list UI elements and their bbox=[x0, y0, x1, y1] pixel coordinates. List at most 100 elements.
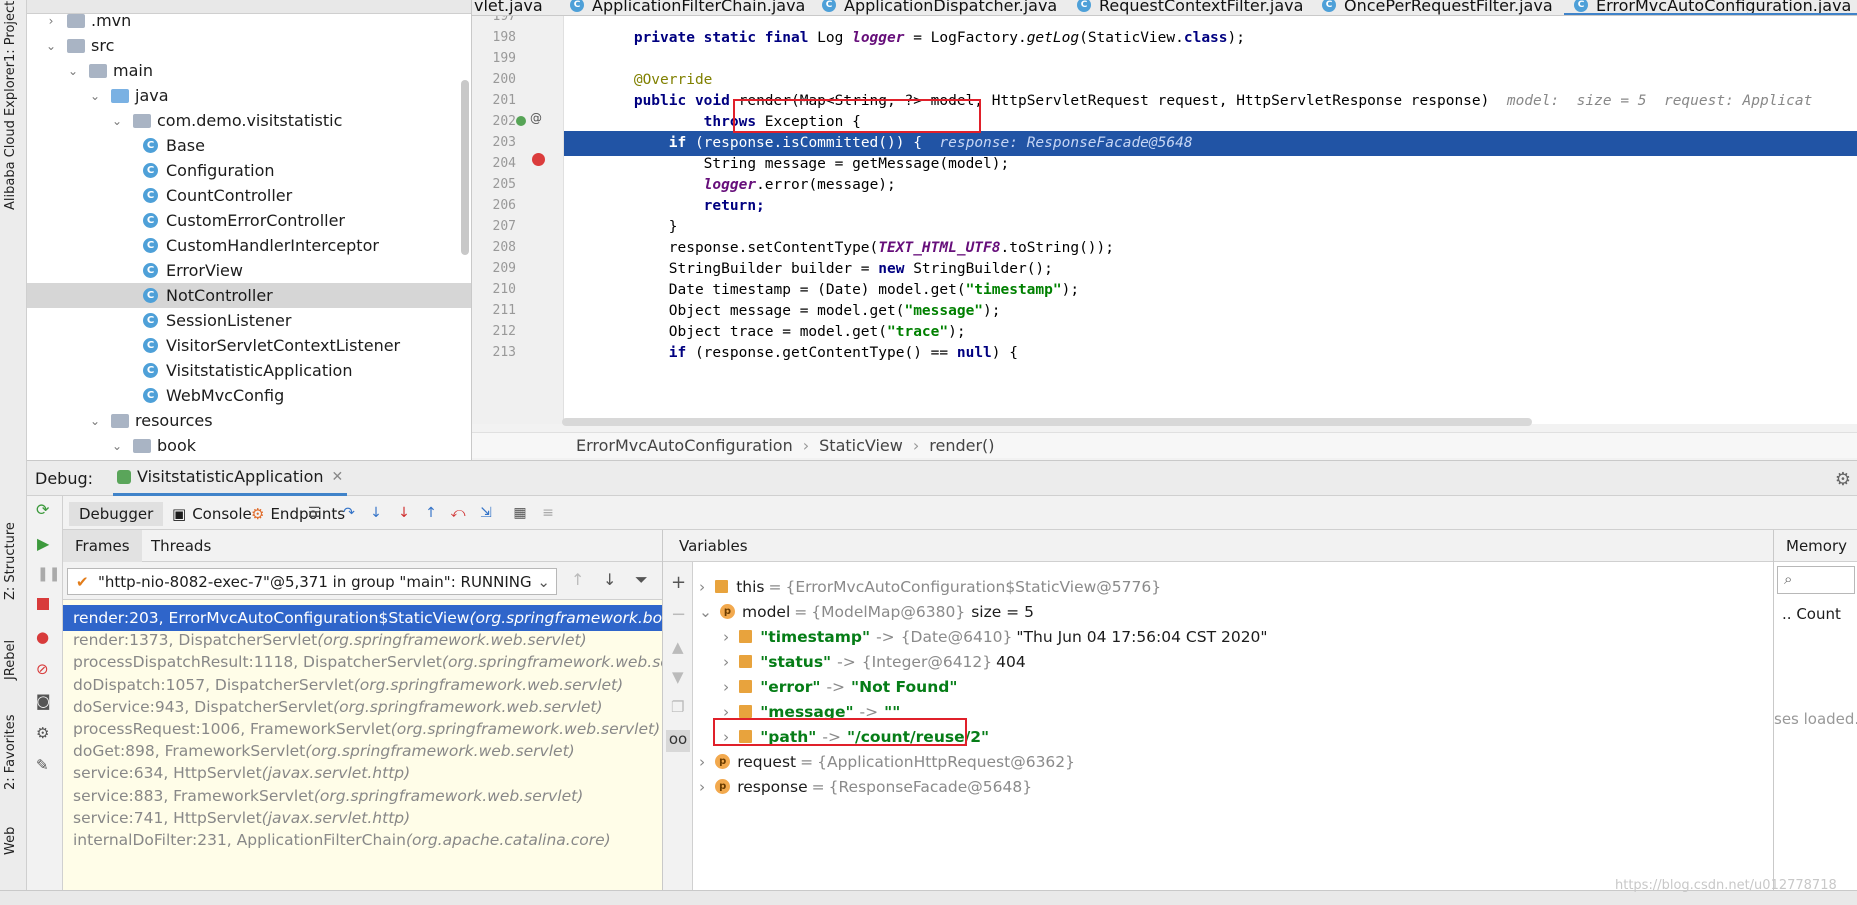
tree-item[interactable]: C VisitstatisticApplication bbox=[27, 358, 471, 383]
tree-item[interactable]: ⌄ java bbox=[27, 83, 471, 108]
camera-icon[interactable]: ◙ bbox=[36, 692, 51, 710]
run-to-cursor-icon[interactable]: ⇲ bbox=[477, 504, 495, 522]
breakpoint-icon[interactable] bbox=[532, 153, 545, 166]
debug-side-toolbar: ⟳ ▶ ❚❚ ● ⊘ ◙ ⚙ ✎ bbox=[27, 496, 63, 905]
tree-item[interactable]: C Configuration bbox=[27, 158, 471, 183]
var-row-response[interactable]: › p response = {ResponseFacade@5648} bbox=[699, 774, 1032, 799]
project-tool-button[interactable]: 1: Project bbox=[3, 1, 18, 62]
copy-icon[interactable]: ❐ bbox=[671, 698, 684, 716]
stack-frame-row[interactable]: internalDoFilter:231, ApplicationFilterC… bbox=[63, 827, 662, 853]
override-marker-icon[interactable] bbox=[516, 116, 526, 126]
tree-item-label: Configuration bbox=[166, 161, 275, 180]
tree-item[interactable]: ⌄ main bbox=[27, 58, 471, 83]
jrebel-tool-button[interactable]: JRebel bbox=[3, 640, 18, 680]
breadcrumb-class[interactable]: ErrorMvcAutoConfiguration bbox=[576, 436, 793, 455]
chevron-right-icon[interactable]: › bbox=[45, 15, 57, 27]
tree-item[interactable]: C NotController bbox=[27, 283, 471, 308]
tab-application-filter-chain[interactable]: C ApplicationFilterChain.java bbox=[570, 0, 805, 15]
tab-threads[interactable]: Threads bbox=[139, 530, 223, 562]
tab-debugger[interactable]: Debugger bbox=[69, 502, 164, 526]
var-row-this[interactable]: › this = {ErrorMvcAutoConfiguration$Stat… bbox=[699, 574, 1161, 599]
frame-package: (org.springframework.web.servlet) bbox=[317, 631, 587, 650]
structure-tool-button[interactable]: Z: Structure bbox=[3, 522, 18, 600]
tree-item[interactable]: C VisitorServletContextListener bbox=[27, 333, 471, 358]
menu-icon[interactable]: ☰ bbox=[305, 504, 323, 522]
cloud-explorer-tool-button[interactable]: Alibaba Cloud Explorer bbox=[3, 62, 18, 210]
pause-icon[interactable]: ❚❚ bbox=[37, 566, 60, 582]
tab-console[interactable]: ▣ Console bbox=[172, 502, 252, 526]
chevron-down-icon[interactable]: ⌄ bbox=[89, 415, 101, 427]
trace-icon[interactable]: ≡ bbox=[539, 504, 557, 522]
var-row-status[interactable]: › "status" -> {Integer@6412} 404 bbox=[723, 649, 1026, 674]
chevron-down-icon[interactable]: ⌄ bbox=[111, 440, 123, 452]
add-watch-icon[interactable]: + bbox=[671, 572, 686, 593]
filter-icon[interactable]: ⏷ bbox=[635, 570, 648, 590]
var-row-timestamp[interactable]: › "timestamp" -> {Date@6410} "Thu Jun 04… bbox=[723, 624, 1268, 649]
debug-label: Debug: bbox=[35, 468, 94, 488]
tree-item-label: resources bbox=[135, 411, 213, 430]
line-number: 212 bbox=[492, 324, 516, 339]
web-tool-button[interactable]: Web bbox=[3, 827, 18, 855]
tab-servlet[interactable]: vlet.java bbox=[474, 0, 543, 15]
stop-icon[interactable] bbox=[37, 598, 49, 610]
view-breakpoints-icon[interactable]: ● bbox=[36, 628, 49, 646]
breadcrumb-inner-class[interactable]: StaticView bbox=[819, 436, 903, 455]
code-editor[interactable]: 197 198 199 200 201 202 203 204 205 206 207 208 209 2… bbox=[472, 16, 1857, 424]
memory-count-header[interactable]: .. Count bbox=[1782, 605, 1841, 623]
var-row-error[interactable]: › "error" -> "Not Found" bbox=[723, 674, 957, 699]
tab-frames[interactable]: Frames bbox=[63, 530, 142, 562]
step-out-icon[interactable]: ↑ bbox=[422, 504, 440, 522]
gear-icon[interactable]: ⚙ bbox=[1835, 469, 1851, 490]
var-row-request[interactable]: › p request = {ApplicationHttpRequest@63… bbox=[699, 749, 1075, 774]
glasses-icon[interactable]: oo bbox=[666, 730, 690, 752]
force-step-into-icon[interactable]: ↓ bbox=[395, 504, 413, 522]
step-into-icon[interactable]: ↓ bbox=[367, 504, 385, 522]
project-panel: › .mvn ⌄ src ⌄ main ⌄ java ⌄ com.demo.visitstatis… bbox=[27, 0, 472, 460]
tree-item[interactable]: ⌄ src bbox=[27, 33, 471, 58]
debug-config-tab[interactable]: VisitstatisticApplication ✕ bbox=[113, 460, 348, 496]
memory-search-input[interactable]: ⌕ bbox=[1777, 566, 1855, 594]
pin-icon[interactable]: ✎ bbox=[36, 756, 49, 774]
tree-item[interactable]: C WebMvcConfig bbox=[27, 383, 471, 408]
chevron-down-icon[interactable]: ⌄ bbox=[45, 40, 57, 52]
tab-application-dispatcher[interactable]: C ApplicationDispatcher.java bbox=[822, 0, 1057, 15]
close-icon[interactable]: ✕ bbox=[332, 469, 344, 485]
step-over-icon[interactable]: ↷ bbox=[340, 504, 358, 522]
thread-select[interactable]: ✔ "http-nio-8082-exec-7"@5,371 in group … bbox=[67, 568, 557, 595]
breadcrumb-method[interactable]: render() bbox=[929, 436, 994, 455]
chevron-down-icon[interactable]: ⌄ bbox=[89, 90, 101, 102]
project-scrollbar[interactable] bbox=[461, 80, 469, 255]
remove-watch-icon[interactable]: − bbox=[671, 604, 686, 625]
tree-item[interactable]: ⌄ book bbox=[27, 433, 471, 458]
tab-endpoints[interactable]: ⚙ Endpoints bbox=[251, 502, 345, 526]
chevron-down-icon[interactable]: ⌄ bbox=[111, 115, 123, 127]
favorites-tool-button[interactable]: 2: Favorites bbox=[3, 714, 18, 790]
chevron-down-icon[interactable]: ⌄ bbox=[67, 65, 79, 77]
editor-horizontal-scrollbar[interactable] bbox=[562, 418, 1532, 426]
tree-item[interactable]: C SessionListener bbox=[27, 308, 471, 333]
tree-item[interactable]: C CustomErrorController bbox=[27, 208, 471, 233]
move-up-icon[interactable]: ▲ bbox=[672, 638, 684, 656]
tree-item[interactable]: C Base bbox=[27, 133, 471, 158]
mute-breakpoints-icon[interactable]: ⊘ bbox=[36, 660, 49, 678]
drop-frame-icon[interactable]: ⤺ bbox=[449, 504, 467, 522]
var-row-model[interactable]: ⌄ p model = {ModelMap@6380} size = 5 bbox=[699, 599, 1034, 624]
arrow-up-icon[interactable]: ↑ bbox=[571, 570, 584, 589]
move-down-icon[interactable]: ▼ bbox=[672, 668, 684, 686]
rerun-icon[interactable]: ⟳ bbox=[36, 500, 49, 519]
tree-item[interactable]: C ErrorView bbox=[27, 258, 471, 283]
tree-item[interactable]: C CustomHandlerInterceptor bbox=[27, 233, 471, 258]
tree-item[interactable]: ⌄ resources bbox=[27, 408, 471, 433]
arrow-down-icon[interactable]: ↓ bbox=[603, 570, 616, 589]
tab-once-per-request-filter[interactable]: C OncePerRequestFilter.java bbox=[1322, 0, 1553, 15]
tab-request-context-filter[interactable]: C RequestContextFilter.java bbox=[1077, 0, 1303, 15]
resume-icon[interactable]: ▶ bbox=[37, 534, 49, 553]
tree-item[interactable]: › .mvn bbox=[27, 8, 471, 33]
tree-item[interactable]: ⌄ com.demo.visitstatistic bbox=[27, 108, 471, 133]
tree-item[interactable]: C CountController bbox=[27, 183, 471, 208]
evaluate-icon[interactable]: ▦ bbox=[511, 504, 529, 522]
settings-icon[interactable]: ⚙ bbox=[36, 724, 49, 742]
thread-bar: ✔ "http-nio-8082-exec-7"@5,371 in group … bbox=[63, 562, 662, 600]
tab-label: Console bbox=[192, 505, 252, 523]
entry-arrow: -> bbox=[876, 627, 895, 646]
